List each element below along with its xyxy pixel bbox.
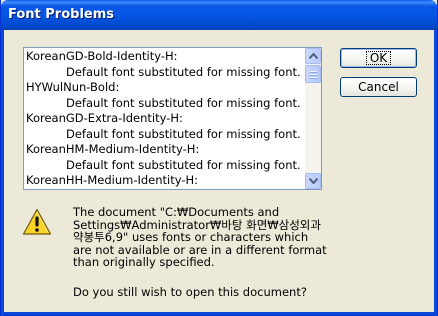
message-line: 약봉투6,9" uses fonts or characters which [73,230,309,244]
window-frame-bottom [1,312,437,315]
list-item-font-name: KoreanHM-Medium-Identity-H: [26,142,200,156]
thumb-grip [310,71,317,72]
warning-icon [22,208,52,235]
list-item-detail: Default font substituted for missing fon… [66,64,301,79]
list-item-font-name: KoreanGD-Extra-Identity-H: [26,111,183,125]
font-problems-dialog: Font Problems KoreanGD-Bold-Identity-H: D… [0,0,438,316]
window-title: Font Problems [8,7,115,22]
confirm-question: Do you still wish to open this document? [73,285,307,299]
cancel-button-label: Cancel [358,80,399,94]
window-frame-right [434,30,437,316]
window-frame-left [1,30,4,316]
ok-button-label: OK [365,51,392,65]
list-scrollbar[interactable] [305,48,321,189]
thumb-grip [310,74,317,75]
list-item-font-name: KoreanHH-Medium-Identity-H: [26,173,199,187]
title-bar[interactable]: Font Problems [1,0,437,30]
list-content: KoreanGD-Bold-Identity-H: Default font su… [24,48,306,189]
message-line: than originally specified. [73,255,215,269]
arrow-up-icon [308,53,318,59]
list-item-detail: Default font substituted for missing fon… [26,189,306,190]
list-item-detail: Default font substituted for missing fon… [66,126,301,141]
missing-fonts-list[interactable]: KoreanGD-Bold-Identity-H: Default font su… [23,47,322,190]
arrow-down-icon [308,178,318,184]
cancel-button[interactable]: Cancel [340,77,417,97]
ok-button[interactable]: OK [340,48,417,68]
scroll-thumb[interactable] [305,65,321,83]
list-item-font-name: KoreanGD-Bold-Identity-H: [26,49,178,63]
scroll-down-button[interactable] [305,173,321,189]
thumb-grip [310,77,317,78]
list-item-detail: Default font substituted for missing fon… [66,95,301,110]
list-item-detail: Default font substituted for missing fon… [66,157,301,172]
warning-message: The document "C:₩Documents and Settings₩… [73,206,333,269]
scroll-up-button[interactable] [305,48,321,64]
message-line: The document "C:₩Documents and [73,205,280,219]
list-item-font-name: HYWulNun-Bold: [26,80,120,94]
